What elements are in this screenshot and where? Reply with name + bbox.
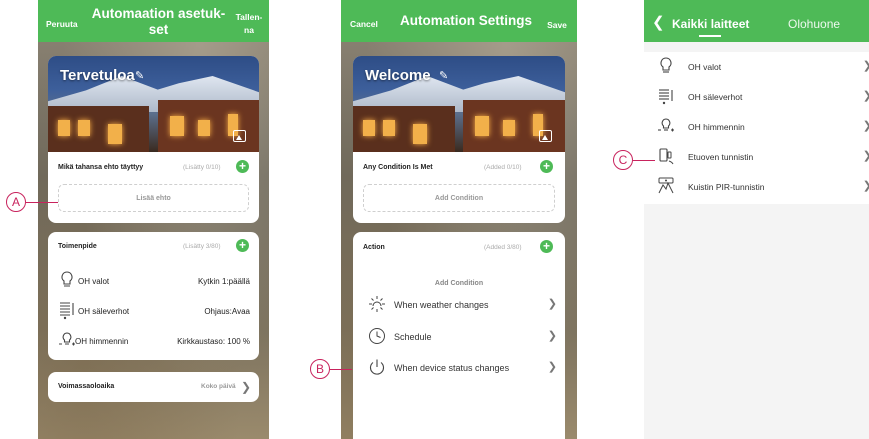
bulb-icon bbox=[58, 270, 76, 290]
scene-title: Tervetuloa bbox=[60, 67, 135, 84]
tab-all-devices[interactable]: Kaikki laitteet bbox=[672, 17, 749, 31]
scene-banner-image[interactable]: Welcome ✎ bbox=[353, 56, 565, 152]
scene-banner-image[interactable]: Tervetuloa ✎ bbox=[48, 56, 259, 152]
condition-option-weather[interactable]: When weather changes ❯ bbox=[353, 292, 565, 318]
device-label: OH säleverhot bbox=[688, 92, 743, 102]
cancel-button[interactable]: Peruuta bbox=[46, 19, 78, 29]
cancel-button[interactable]: Cancel bbox=[350, 19, 378, 29]
chevron-right-icon: ❯ bbox=[863, 119, 869, 132]
device-item-pir-sensor[interactable]: Kuistin PIR-tunnistin ❯ bbox=[644, 172, 869, 202]
callout-c: C bbox=[613, 150, 633, 170]
app-header: Peruuta Automaation asetuk-set Tallen-na bbox=[38, 0, 269, 42]
callout-b: B bbox=[310, 359, 330, 379]
device-item-blinds[interactable]: OH säleverhot ❯ bbox=[644, 82, 869, 112]
add-condition-sheet: Add Condition When weather changes ❯ Sch… bbox=[353, 267, 565, 439]
back-chevron-icon[interactable]: ❮ bbox=[652, 13, 665, 31]
blind-icon bbox=[58, 300, 76, 320]
blind-icon bbox=[656, 86, 676, 106]
save-button[interactable]: Tallen-na bbox=[234, 11, 264, 37]
weather-icon bbox=[368, 295, 386, 313]
action-count: (Lisätty 3/80) bbox=[183, 243, 221, 250]
action-item-value: Ohjaus:Avaa bbox=[204, 307, 250, 316]
chevron-right-icon: ❯ bbox=[863, 149, 869, 162]
condition-count: (Added 0/10) bbox=[484, 164, 522, 171]
sheet-title: Add Condition bbox=[434, 280, 484, 287]
pencil-icon[interactable]: ✎ bbox=[135, 69, 144, 82]
image-icon[interactable] bbox=[233, 130, 246, 142]
condition-count: (Lisätty 0/10) bbox=[183, 164, 221, 171]
chevron-right-icon: ❯ bbox=[863, 89, 869, 102]
action-item-value: Kirkkaustaso: 100 % bbox=[177, 337, 250, 346]
add-condition-plus-icon[interactable]: + bbox=[236, 160, 249, 173]
clock-icon bbox=[368, 327, 386, 345]
action-item-name: OH himmennin bbox=[75, 337, 129, 346]
chevron-right-icon: ❯ bbox=[240, 380, 251, 394]
device-item-door-sensor[interactable]: Etuoven tunnistin ❯ bbox=[644, 142, 869, 172]
dimmer-icon bbox=[58, 330, 76, 350]
save-button[interactable]: Save bbox=[542, 19, 572, 32]
action-count: (Added 3/80) bbox=[484, 244, 522, 251]
device-label: Kuistin PIR-tunnistin bbox=[688, 182, 765, 192]
scene-title: Welcome bbox=[365, 67, 431, 84]
image-icon[interactable] bbox=[539, 130, 552, 142]
validity-title: Voimassaoloaika bbox=[58, 383, 115, 390]
action-item-dimmer[interactable]: OH himmennin Kirkkaustaso: 100 % bbox=[48, 328, 259, 356]
action-item-name: OH säleverhot bbox=[78, 307, 130, 316]
condition-option-label: When device status changes bbox=[394, 363, 510, 373]
screenshot-composite: Peruuta Automaation asetuk-set Tallen-na… bbox=[0, 0, 869, 439]
pencil-icon[interactable]: ✎ bbox=[439, 69, 448, 82]
device-list-screen: ❮ Kaikki laitteet Olohuone OH valot ❯ OH… bbox=[644, 0, 869, 439]
add-action-plus-icon[interactable]: + bbox=[540, 240, 553, 253]
condition-option-schedule[interactable]: Schedule ❯ bbox=[353, 324, 565, 350]
chevron-right-icon: ❯ bbox=[547, 298, 557, 310]
callout-a-line bbox=[26, 202, 58, 203]
device-label: OH valot bbox=[688, 62, 722, 72]
active-tab-indicator bbox=[699, 35, 721, 37]
bulb-icon bbox=[656, 56, 676, 76]
page-title: Automaation asetuk-set bbox=[91, 6, 226, 37]
condition-option-label: When weather changes bbox=[394, 300, 489, 310]
tab-living-room[interactable]: Olohuone bbox=[788, 17, 840, 31]
scene-card: Tervetuloa ✎ Mikä tahansa ehto täyttyy (… bbox=[48, 56, 259, 223]
callout-b-line bbox=[330, 369, 352, 370]
device-list-header: ❮ Kaikki laitteet Olohuone bbox=[644, 0, 869, 42]
action-card: Toimenpide (Lisätty 3/80) + OH valot Kyt… bbox=[48, 232, 259, 360]
action-item-blinds[interactable]: OH säleverhot Ohjaus:Avaa bbox=[48, 298, 259, 326]
phone-screen-english: Cancel Automation Settings Save Welcome … bbox=[341, 0, 577, 439]
callout-c-line bbox=[633, 160, 655, 161]
scene-card: Welcome ✎ Any Condition Is Met (Added 0/… bbox=[353, 56, 565, 223]
action-title: Action bbox=[363, 244, 385, 251]
add-condition-plus-icon[interactable]: + bbox=[540, 160, 553, 173]
power-icon bbox=[368, 358, 386, 376]
action-item-value: Kytkin 1:päällä bbox=[197, 277, 250, 286]
condition-title: Any Condition Is Met bbox=[363, 164, 433, 171]
device-list: OH valot ❯ OH säleverhot ❯ OH himmennin … bbox=[644, 52, 869, 204]
chevron-right-icon: ❯ bbox=[863, 59, 869, 72]
chevron-right-icon: ❯ bbox=[863, 179, 869, 192]
dimmer-icon bbox=[656, 116, 676, 136]
add-condition-button[interactable]: Lisää ehto bbox=[58, 184, 249, 212]
app-header: Cancel Automation Settings Save bbox=[341, 0, 577, 42]
door-sensor-icon bbox=[656, 146, 676, 166]
action-item-lights[interactable]: OH valot Kytkin 1:päällä bbox=[48, 268, 259, 296]
device-item-lights[interactable]: OH valot ❯ bbox=[644, 52, 869, 82]
validity-value: Koko päivä bbox=[201, 383, 236, 390]
condition-option-device-status[interactable]: When device status changes ❯ bbox=[353, 355, 565, 381]
phone-screen-finnish: Peruuta Automaation asetuk-set Tallen-na… bbox=[38, 0, 269, 439]
chevron-right-icon: ❯ bbox=[547, 330, 557, 342]
device-item-dimmer[interactable]: OH himmennin ❯ bbox=[644, 112, 869, 142]
device-label: OH himmennin bbox=[688, 122, 745, 132]
callout-a: A bbox=[6, 192, 26, 212]
chevron-right-icon: ❯ bbox=[547, 361, 557, 373]
page-title: Automation Settings bbox=[400, 13, 532, 28]
add-condition-button[interactable]: Add Condition bbox=[363, 184, 555, 212]
validity-card[interactable]: Voimassaoloaika Koko päivä ❯ bbox=[48, 372, 259, 402]
condition-title: Mikä tahansa ehto täyttyy bbox=[58, 164, 144, 171]
add-action-plus-icon[interactable]: + bbox=[236, 239, 249, 252]
action-item-name: OH valot bbox=[78, 277, 110, 286]
action-title: Toimenpide bbox=[58, 243, 97, 250]
device-label: Etuoven tunnistin bbox=[688, 152, 754, 162]
condition-option-label: Schedule bbox=[394, 332, 432, 342]
pir-sensor-icon bbox=[656, 176, 676, 196]
